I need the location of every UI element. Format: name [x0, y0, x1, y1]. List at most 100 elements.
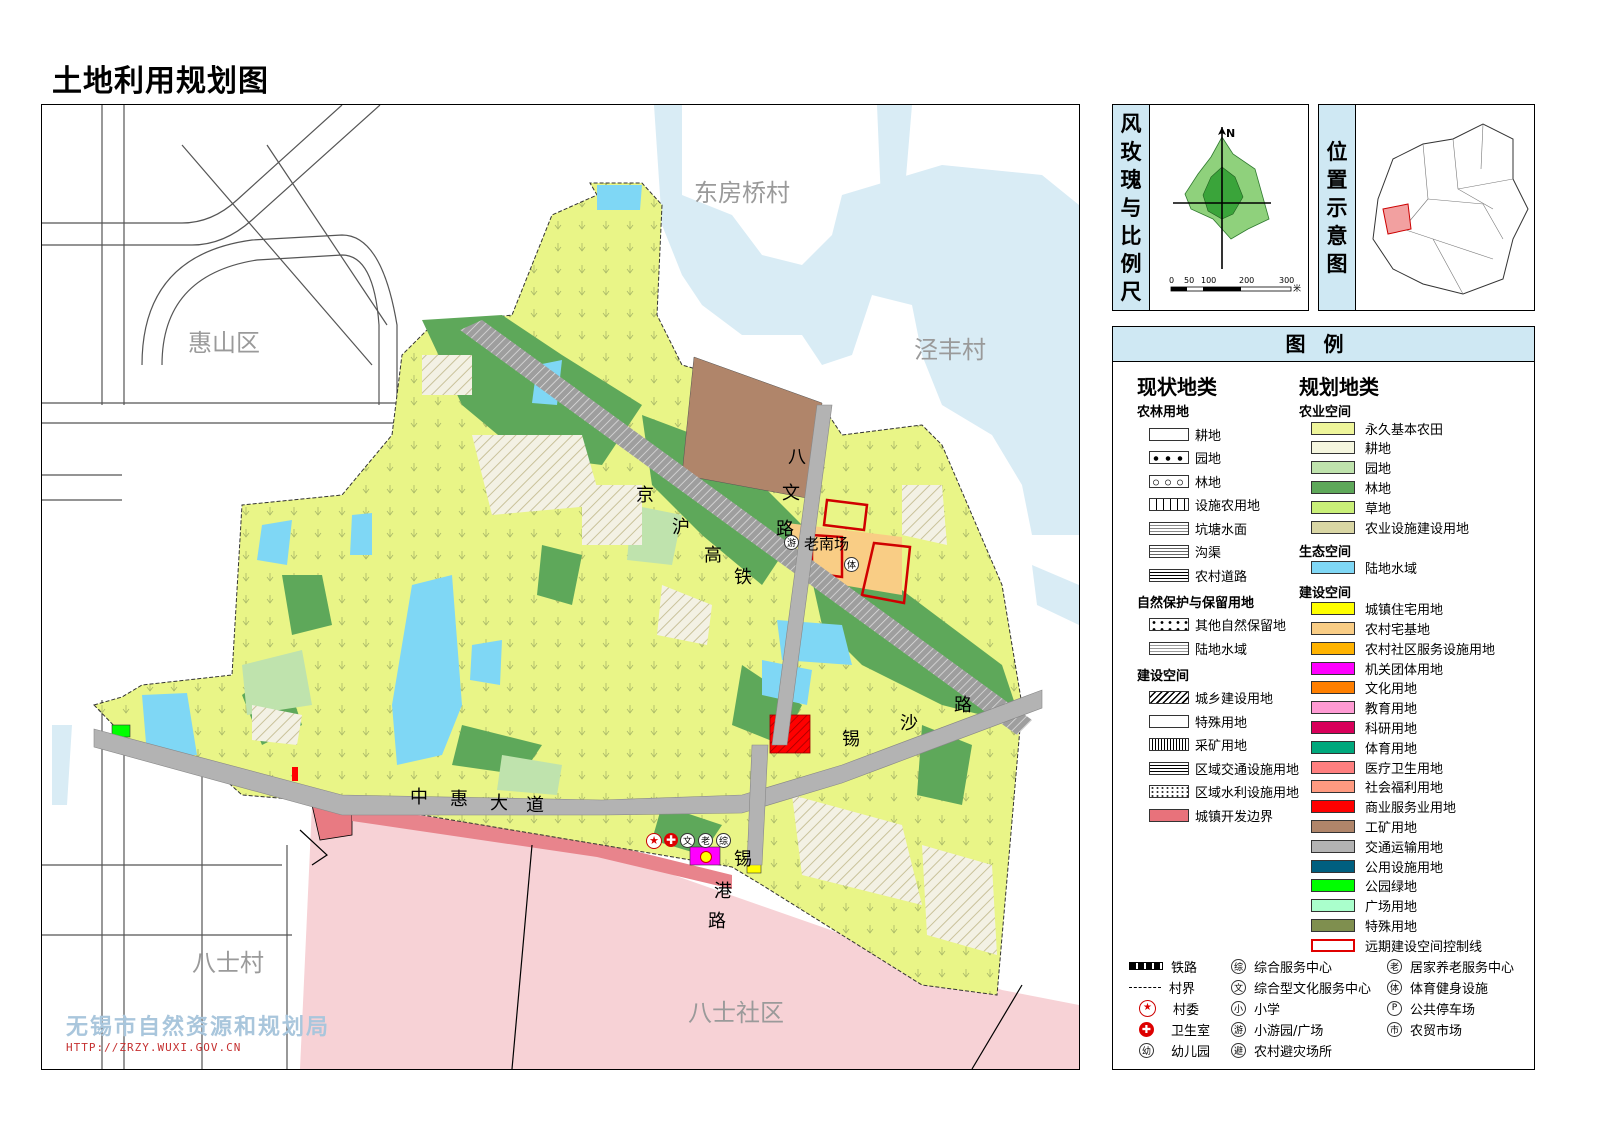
legend-current-item: 城乡建设用地	[1149, 689, 1273, 707]
wind-rose-graphic: N 0 50 100 200 300 米	[1169, 127, 1301, 293]
legend-current-item-label: 其他自然保留地	[1195, 619, 1287, 634]
legend-symbol-col2-label: 小学	[1254, 1002, 1281, 1018]
legend-planned-item: 体育用地	[1311, 738, 1418, 757]
location-map-graphic	[1372, 123, 1529, 295]
legend-planned-item: 永久基本农田	[1311, 419, 1444, 438]
current-group-title: 农林用地	[1137, 405, 1190, 420]
service-center-poi-icon[interactable]: 综	[716, 833, 731, 848]
legend-planned-item: 林地	[1311, 478, 1391, 497]
legend-planned-item-label: 园地	[1365, 462, 1392, 478]
legend-planned-item-swatch	[1311, 621, 1355, 635]
road-label-xisha-3: 路	[954, 695, 972, 716]
land-use-map[interactable]: 东房桥村 惠山区 泾丰村 八士村 八士社区 京 沪 高 铁 锡 沙 路 中 惠 …	[41, 104, 1080, 1070]
map-canvas	[42, 105, 1079, 1069]
svg-text:0: 0	[1169, 276, 1174, 285]
north-label: N	[1226, 127, 1235, 140]
road-label-bawen-2: 文	[782, 483, 800, 504]
legend-planned-item-swatch	[1311, 720, 1355, 734]
legend-symbol-col2-label: 综合服务中心	[1254, 960, 1333, 976]
legend-planned-item-label: 社会福利用地	[1365, 781, 1444, 797]
legend-symbol-glyph-icon: 市	[1387, 1021, 1402, 1037]
legend-current-item-label: 采矿用地	[1195, 739, 1248, 754]
legend-symbol-3-label: 村委	[1173, 1002, 1200, 1018]
legend-planned-item-swatch	[1311, 819, 1355, 833]
legend-symbol-col2: 小小学	[1231, 999, 1281, 1018]
village-committee-icon: ★	[1139, 999, 1156, 1017]
legend-symbol-glyph-icon: 老	[1387, 958, 1402, 974]
svg-text:300: 300	[1279, 276, 1294, 285]
legend-planned-item-label: 远期建设空间控制线	[1365, 939, 1483, 955]
planned-group-title: 建设空间	[1299, 585, 1352, 601]
legend-current-item: 区域水利设施用地	[1149, 783, 1299, 801]
legend-symbol-glyph-icon: 避	[1231, 1042, 1246, 1058]
legend-symbol-4: ✚ 卫生室	[1129, 1020, 1210, 1039]
legend-planned-item: 农村社区服务设施用地	[1311, 639, 1496, 658]
road-label-bawen-1: 八	[788, 447, 806, 468]
road-label-zhonghui-2: 惠	[450, 789, 468, 810]
legend-planned-item: 城镇住宅用地	[1311, 600, 1443, 618]
legend-symbol-2: 村界	[1129, 978, 1196, 997]
legend-symbol-1: 铁路	[1129, 957, 1197, 976]
legend-planned-item-swatch	[1311, 859, 1355, 873]
legend-planned-item-swatch	[1311, 500, 1355, 514]
legend-current-item: 其他自然保留地	[1149, 616, 1286, 634]
legend-symbol-col2-label: 农村避灾场所	[1254, 1044, 1333, 1060]
legend-planned-item-label: 体育用地	[1365, 741, 1418, 757]
legend-current-item-swatch	[1149, 738, 1189, 751]
svg-text:50: 50	[1184, 276, 1194, 285]
legend-planned-item-label: 永久基本农田	[1365, 422, 1444, 438]
legend-current-item-label: 区域交通设施用地	[1195, 762, 1300, 778]
legend-current-item: 沟渠	[1149, 543, 1221, 561]
legend-symbol-col2: 游小游园/广场	[1231, 1020, 1323, 1039]
poi-laonanchang: 老南场	[804, 535, 850, 553]
planned-title: 规划地类	[1299, 375, 1379, 399]
legend-planned-item-label: 草地	[1365, 501, 1392, 517]
park-poi-icon[interactable]: 游	[784, 535, 799, 550]
legend-symbol-col2-label: 综合型文化服务中心	[1254, 981, 1372, 997]
legend-current-item-swatch	[1149, 761, 1189, 775]
agency-url: HTTP://ZRZY.WUXI.GOV.CN	[66, 1041, 242, 1054]
village-committee-poi-icon[interactable]: ★	[646, 833, 662, 849]
legend-symbol-2-label: 村界	[1169, 981, 1196, 997]
legend-symbol-glyph-icon: 游	[1231, 1021, 1246, 1037]
elderly-poi-icon[interactable]: 老	[698, 833, 713, 848]
legend-planned-item-label: 文化用地	[1365, 682, 1418, 698]
legend-planned-item: 工矿用地	[1311, 817, 1418, 836]
site-highlight	[1382, 203, 1412, 235]
current-title: 现状地类	[1137, 375, 1217, 399]
legend-current-item: 农村道路	[1149, 566, 1247, 585]
legend-current-item-label: 陆地水域	[1195, 642, 1248, 658]
sports-poi-icon[interactable]: 体	[844, 557, 859, 572]
legend-planned-item-label: 工矿用地	[1365, 820, 1418, 836]
legend-planned-item-label: 农村社区服务设施用地	[1365, 642, 1496, 658]
legend-symbol-col2: 避农村避灾场所	[1231, 1041, 1333, 1060]
legend-current-item-label: 城乡建设用地	[1195, 692, 1274, 707]
legend-current-item: 特殊用地	[1149, 712, 1247, 731]
legend-current-item-label: 林地	[1195, 475, 1222, 491]
svg-text:100: 100	[1201, 276, 1216, 285]
legend-current-item: 设施农用地	[1149, 496, 1260, 514]
culture-poi-icon[interactable]: 文	[680, 833, 695, 848]
legend-current-item: 园地	[1149, 449, 1221, 467]
agency-watermark: 无锡市自然资源和规划局	[66, 1014, 331, 1040]
legend-symbol-col3: 老居家养老服务中心	[1387, 957, 1514, 976]
legend-current-item-swatch	[1149, 568, 1189, 582]
legend-planned-item-label: 公用设施用地	[1365, 860, 1444, 876]
road-label-xigang-2: 港	[714, 881, 732, 902]
legend-current-item: 采矿用地	[1149, 736, 1247, 754]
place-dongfangqiao: 东房桥村	[694, 179, 790, 207]
current-group-title: 自然保护与保留用地	[1137, 595, 1255, 611]
kindergarten-icon: 幼	[1139, 1042, 1154, 1058]
legend-current-item-swatch	[1149, 808, 1189, 822]
legend-planned-item-swatch	[1311, 879, 1355, 893]
legend-symbol-5: 幼 幼儿园	[1129, 1041, 1210, 1060]
legend-planned-item-swatch	[1311, 641, 1355, 655]
legend-planned-item: 教育用地	[1311, 699, 1417, 717]
legend-planned-item: 科研用地	[1311, 718, 1417, 737]
legend-current-item-label: 耕地	[1195, 428, 1222, 444]
place-bashi-village: 八士村	[192, 949, 264, 977]
legend-current-item-swatch	[1149, 691, 1189, 704]
road-label-jinghu-4: 铁	[734, 567, 752, 588]
clinic-poi-icon[interactable]: ✚	[664, 833, 678, 847]
legend-planned-item-label: 机关团体用地	[1365, 662, 1444, 678]
